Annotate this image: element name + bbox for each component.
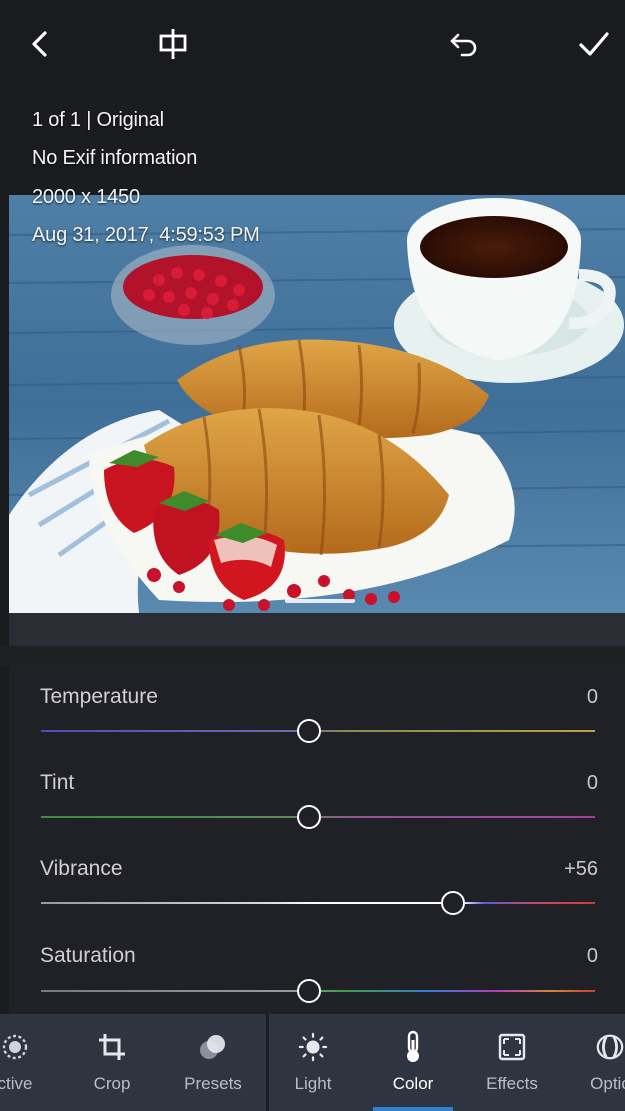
panel-gap (0, 646, 625, 666)
crop-icon (97, 1032, 127, 1062)
tool-light[interactable]: Light (263, 1014, 363, 1111)
chevron-left-icon (32, 31, 47, 57)
vibrance-track[interactable] (41, 902, 595, 904)
undo-button[interactable] (442, 22, 486, 66)
temperature-slider-knob[interactable] (297, 719, 321, 743)
saturation-slider-knob[interactable] (297, 979, 321, 1003)
tool-light-label: Light (294, 1074, 332, 1093)
done-button[interactable] (572, 22, 616, 66)
sun-icon (298, 1032, 328, 1062)
tool-color[interactable]: Color (363, 1014, 463, 1111)
checkmark-icon (579, 32, 609, 56)
tint-value: 0 (586, 772, 598, 794)
active-tab-indicator (373, 1107, 453, 1111)
info-line-count: 1 of 1 | Original (32, 109, 164, 131)
tool-optics-label: Optic (590, 1074, 625, 1093)
vibrance-value: +56 (564, 858, 598, 880)
tint-slider-knob[interactable] (297, 805, 321, 829)
filmstrip-strip (9, 613, 625, 646)
tool-optics[interactable]: Optic (560, 1014, 625, 1111)
photo-preview[interactable] (9, 195, 625, 613)
tool-effects[interactable]: Effects (462, 1014, 562, 1111)
tint-label: Tint (40, 771, 75, 794)
thermometer-icon (398, 1030, 428, 1062)
tool-effects-label: Effects (486, 1074, 538, 1093)
saturation-value: 0 (586, 945, 598, 967)
vibrance-label: Vibrance (40, 857, 123, 880)
info-line-exif: No Exif information (32, 147, 198, 169)
optics-icon (595, 1032, 625, 1062)
color-panel: Temperature 0 Tint 0 Vibrance +56 Satura… (9, 666, 625, 1014)
presets-icon (198, 1032, 228, 1062)
compare-button[interactable] (151, 22, 195, 66)
temperature-label: Temperature (40, 685, 158, 708)
info-line-dimensions: 2000 x 1450 (32, 186, 140, 208)
top-toolbar (0, 0, 625, 92)
tool-crop-label: Crop (93, 1074, 131, 1093)
tool-presets-label: Presets (184, 1074, 242, 1093)
tool-presets[interactable]: Presets (163, 1014, 263, 1111)
undo-icon (450, 33, 477, 57)
temperature-value: 0 (586, 686, 598, 708)
back-button[interactable] (18, 22, 62, 66)
saturation-label: Saturation (40, 944, 136, 967)
info-line-date: Aug 31, 2017, 4:59:53 PM (32, 224, 260, 246)
selective-icon (0, 1032, 30, 1062)
tool-selective[interactable]: ctive (0, 1014, 65, 1111)
tool-crop[interactable]: Crop (62, 1014, 162, 1111)
compare-icon (159, 29, 187, 59)
tool-selective-label: ctive (0, 1074, 33, 1093)
bottom-toolbar: ctive Crop Presets Light Color Effects O… (0, 1014, 625, 1111)
tool-color-label: Color (392, 1074, 434, 1093)
effects-icon (497, 1032, 527, 1062)
vibrance-slider-knob[interactable] (441, 891, 465, 915)
